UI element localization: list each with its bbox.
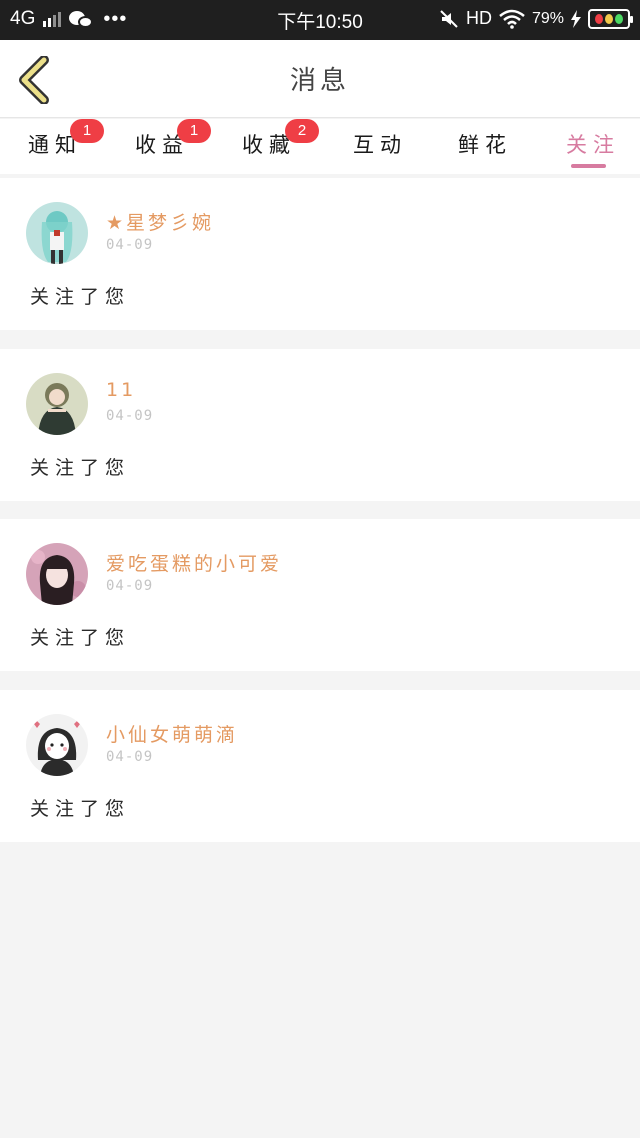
tab-label: 关注 [566, 133, 620, 157]
notification-text: 关注了您 [30, 457, 131, 479]
status-bar: 4G ••• 下午10:50 HD 79% [0, 0, 640, 40]
username[interactable]: 爱吃蛋糕的小可爱 [106, 549, 282, 576]
notification-text: 关注了您 [30, 798, 131, 820]
username[interactable]: 小仙女萌萌滴 [106, 720, 238, 747]
avatar[interactable] [26, 373, 88, 435]
unread-badge: 1 [177, 119, 211, 143]
silent-icon [440, 9, 458, 28]
battery-icon [588, 8, 633, 29]
avatar[interactable] [26, 543, 88, 605]
timestamp: 04-09 [106, 408, 154, 424]
timestamp: 04-09 [106, 237, 154, 253]
page-title: 消息 [289, 66, 350, 96]
active-tab-indicator [571, 164, 606, 168]
list-item[interactable]: 小仙女萌萌滴 04-09 关注了您 [0, 690, 640, 842]
tab-label: 互动 [353, 133, 407, 157]
username[interactable]: ★星梦彡婉 [106, 208, 214, 235]
avatar[interactable] [26, 714, 88, 776]
tab-following[interactable]: 关注 [566, 129, 620, 159]
list-item[interactable]: ★星梦彡婉 04-09 关注了您 [0, 178, 640, 330]
username[interactable]: 11 [106, 379, 136, 401]
header: 消息 [0, 40, 640, 118]
tab-bar: 通知 1 收益 1 收藏 2 互动 鲜花 关注 [0, 119, 640, 174]
tab-notice[interactable]: 通知 1 [28, 119, 104, 159]
timestamp: 04-09 [106, 578, 154, 594]
list-item[interactable]: 爱吃蛋糕的小可爱 04-09 关注了您 [0, 519, 640, 671]
charging-icon [571, 9, 581, 28]
battery-percent: 79% [531, 9, 564, 27]
tab-earnings[interactable]: 收益 1 [135, 119, 211, 159]
unread-badge: 2 [285, 119, 319, 143]
tab-flowers[interactable]: 鲜花 [458, 129, 512, 159]
notification-text: 关注了您 [30, 627, 131, 649]
hd-indicator: HD [465, 8, 492, 28]
tab-interactions[interactable]: 互动 [353, 129, 407, 159]
unread-badge: 1 [70, 119, 104, 143]
list-item[interactable]: 11 04-09 关注了您 [0, 349, 640, 501]
wifi-icon [499, 9, 525, 29]
tab-label: 鲜花 [458, 133, 512, 157]
timestamp: 04-09 [106, 749, 154, 765]
avatar[interactable] [26, 202, 88, 264]
notification-text: 关注了您 [30, 286, 131, 308]
tab-favorites[interactable]: 收藏 2 [242, 119, 319, 159]
